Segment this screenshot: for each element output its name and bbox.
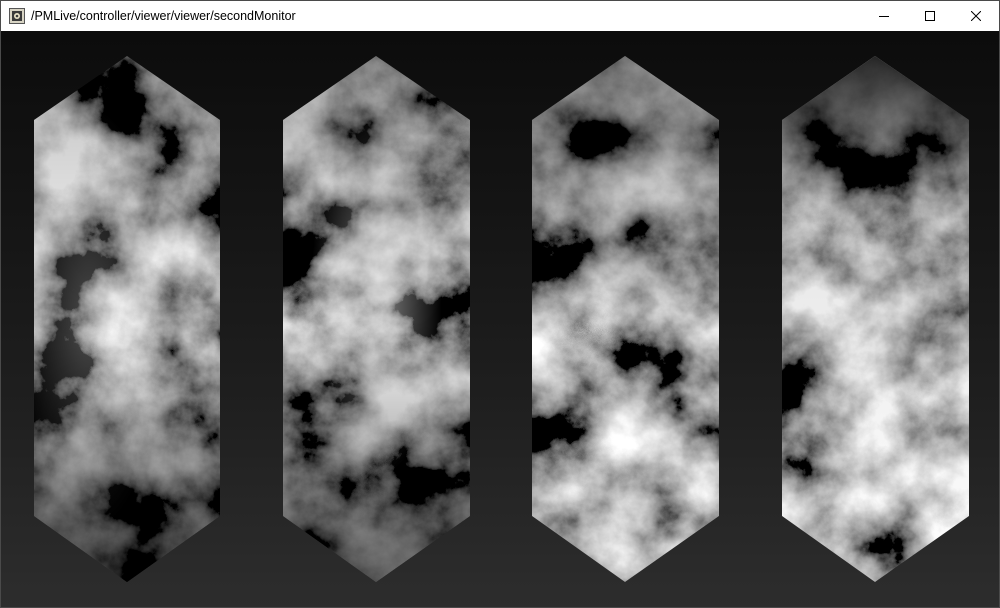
render-viewport[interactable] [1, 31, 999, 607]
app-icon[interactable] [9, 8, 25, 24]
close-icon [971, 11, 981, 21]
window-title: /PMLive/controller/viewer/viewer/secondM… [31, 9, 296, 23]
cloud-panel-1 [34, 56, 220, 582]
close-button[interactable] [953, 1, 999, 31]
maximize-button[interactable] [907, 1, 953, 31]
minimize-icon [879, 16, 889, 17]
title-bar[interactable]: /PMLive/controller/viewer/viewer/secondM… [1, 1, 999, 31]
minimize-button[interactable] [861, 1, 907, 31]
cloud-panel-2 [283, 56, 470, 582]
maximize-icon [925, 11, 935, 21]
cloud-panel-4 [782, 56, 969, 582]
cloud-panel-3 [532, 56, 719, 582]
app-window: /PMLive/controller/viewer/viewer/secondM… [0, 0, 1000, 608]
